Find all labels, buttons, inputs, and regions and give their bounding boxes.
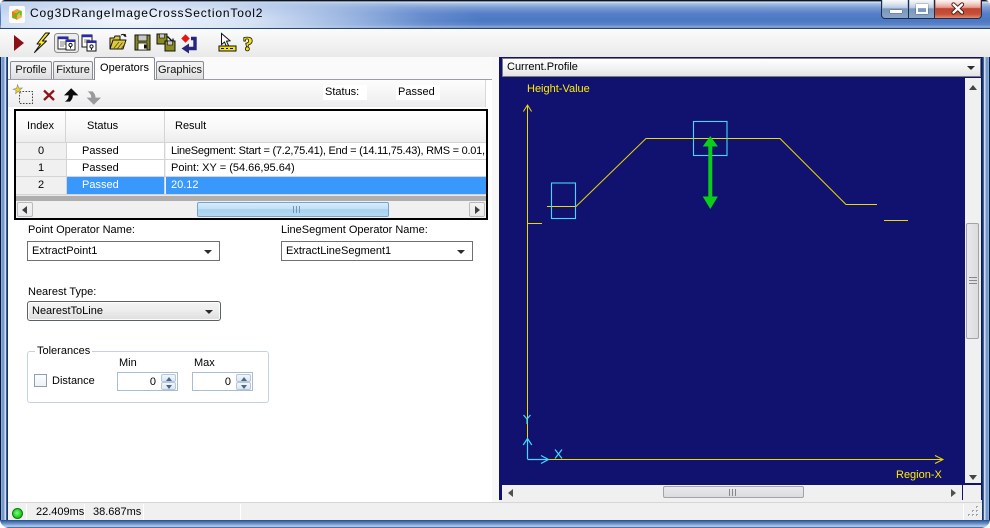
svg-text:?: ? (243, 34, 253, 56)
svg-text:Height-Value: Height-Value (527, 83, 590, 95)
svg-text:Region-X: Region-X (896, 469, 943, 481)
